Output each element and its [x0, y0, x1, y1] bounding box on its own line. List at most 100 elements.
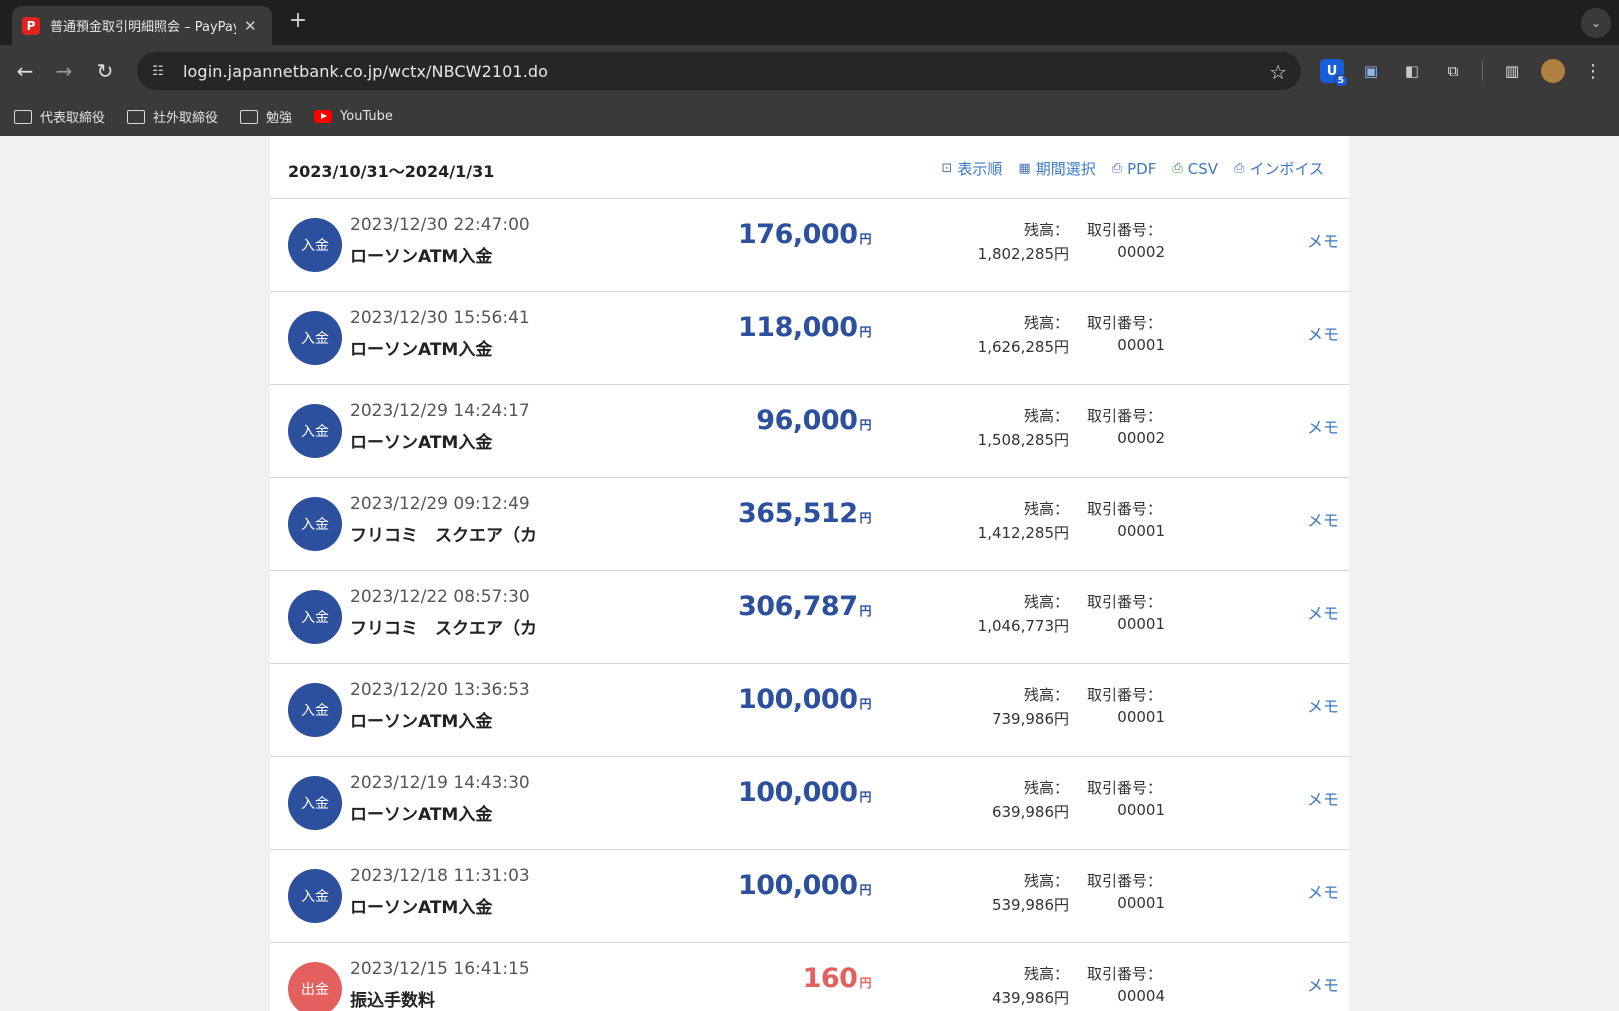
transaction-datetime: 2023/12/29 14:24:17	[350, 401, 530, 421]
transaction-number-label: 取引番号：	[1087, 779, 1163, 797]
new-tab-button[interactable]: +	[286, 10, 310, 34]
balance-value: 1,626,285円	[977, 338, 1069, 356]
yen-unit: 円	[859, 232, 871, 246]
header-actions: ⊡ 表示順 ▦ 期間選択 ⎙ PDF ⎙ CSV ⎙ インボイス	[925, 158, 1324, 179]
balance-value: 1,412,285円	[977, 524, 1069, 542]
balance-value: 639,986円	[991, 803, 1069, 821]
transaction-description: ローソンATM入金	[350, 712, 493, 732]
forward-button[interactable]: →	[51, 58, 77, 84]
memo-link[interactable]: メモ	[1307, 972, 1339, 996]
balance-label: 残高：	[1023, 407, 1069, 425]
tab-search-button[interactable]: ⌄	[1581, 8, 1611, 38]
memo-link[interactable]: メモ	[1307, 693, 1339, 717]
transaction-number-value: 00001	[1117, 708, 1165, 726]
transaction-row: 入金 2023/12/30 22:47:00 ローソンATM入金 176,000…	[270, 199, 1349, 292]
url-text[interactable]: login.japannetbank.co.jp/wctx/NBCW2101.d…	[183, 62, 548, 81]
transaction-number-value: 00002	[1117, 429, 1165, 447]
transaction-amount: 100,000 円	[738, 777, 871, 808]
sort-order-link[interactable]: ⊡ 表示順	[941, 158, 1002, 179]
transaction-row: 入金 2023/12/18 11:31:03 ローソンATM入金 100,000…	[270, 850, 1349, 943]
balance-value: 1,802,285円	[977, 245, 1069, 263]
memo-link[interactable]: メモ	[1307, 228, 1339, 252]
transaction-datetime: 2023/12/18 11:31:03	[350, 866, 530, 886]
transaction-amount: 118,000 円	[738, 312, 871, 343]
pdf-printer-icon: ⎙	[1111, 161, 1123, 176]
balance-label: 残高：	[1023, 779, 1069, 797]
yen-unit: 円	[859, 790, 871, 804]
transaction-number-label: 取引番号：	[1087, 314, 1163, 332]
transaction-amount: 100,000 円	[738, 870, 871, 901]
side-panel-icon[interactable]: ▥	[1500, 59, 1524, 83]
transaction-type-badge: 入金	[288, 590, 342, 644]
yen-unit: 円	[859, 697, 871, 711]
transaction-type-badge: 出金	[288, 962, 342, 1011]
memo-link[interactable]: メモ	[1307, 507, 1339, 531]
bitwarden-extension-icon[interactable]: U5	[1320, 59, 1348, 87]
csv-printer-icon: ⎙	[1172, 161, 1183, 176]
transaction-amount: 100,000 円	[738, 684, 871, 715]
transaction-datetime: 2023/12/30 22:47:00	[350, 215, 530, 235]
transaction-datetime: 2023/12/15 16:41:15	[350, 959, 530, 979]
transaction-number-value: 00001	[1117, 336, 1165, 354]
transaction-amount: 365,512 円	[738, 498, 871, 529]
transaction-description: ローソンATM入金	[350, 805, 493, 825]
pdf-link[interactable]: ⎙ PDF	[1112, 160, 1157, 178]
bookmark-star-icon[interactable]: ☆	[1269, 60, 1287, 84]
transaction-type-badge: 入金	[288, 404, 342, 458]
memo-link[interactable]: メモ	[1307, 414, 1339, 438]
transaction-number-value: 00001	[1117, 894, 1165, 912]
bookmark-folder[interactable]: 勉強	[240, 107, 292, 126]
balance-label: 残高：	[1023, 500, 1069, 518]
transaction-datetime: 2023/12/20 13:36:53	[350, 680, 530, 700]
address-bar[interactable]: ☷ login.japannetbank.co.jp/wctx/NBCW2101…	[137, 52, 1301, 90]
transaction-number-label: 取引番号：	[1087, 593, 1163, 611]
balance-label: 残高：	[1023, 221, 1069, 239]
balance-label: 残高：	[1023, 872, 1069, 890]
memo-link[interactable]: メモ	[1307, 786, 1339, 810]
menu-kebab-icon[interactable]: ⋮	[1581, 59, 1605, 83]
yen-unit: 円	[859, 976, 871, 990]
period-select-link[interactable]: ▦ 期間選択	[1018, 158, 1095, 179]
balance-label: 残高：	[1023, 686, 1069, 704]
bookmark-youtube[interactable]: YouTube	[314, 109, 393, 124]
transaction-amount: 306,787 円	[738, 591, 871, 622]
transaction-number-label: 取引番号：	[1087, 221, 1163, 239]
memo-link[interactable]: メモ	[1307, 321, 1339, 345]
tab-title: 普通預金取引明細照会 – PayPay銀行	[50, 20, 236, 35]
extension-icon[interactable]: ▣	[1359, 59, 1383, 83]
transaction-number-label: 取引番号：	[1087, 872, 1163, 890]
statement-panel: 2023/10/31〜2024/1/31 ⊡ 表示順 ▦ 期間選択 ⎙ PDF ⎙ CS…	[270, 136, 1349, 1011]
transaction-datetime: 2023/12/22 08:57:30	[350, 587, 530, 607]
transaction-amount: 96,000 円	[756, 405, 871, 436]
profile-avatar[interactable]	[1541, 59, 1565, 83]
transaction-number-value: 00001	[1117, 615, 1165, 633]
transaction-datetime: 2023/12/19 14:43:30	[350, 773, 530, 793]
balance-label: 残高：	[1023, 593, 1069, 611]
transaction-datetime: 2023/12/29 09:12:49	[350, 494, 530, 514]
transaction-type-badge: 入金	[288, 218, 342, 272]
transaction-number-value: 00001	[1117, 801, 1165, 819]
period-range: 2023/10/31〜2024/1/31	[288, 162, 495, 181]
reload-button[interactable]: ↻	[92, 58, 118, 84]
close-tab-icon[interactable]: ✕	[244, 17, 257, 35]
csv-link[interactable]: ⎙ CSV	[1172, 160, 1218, 178]
browser-toolbar: ← → ↻ ☷ login.japannetbank.co.jp/wctx/NB…	[0, 45, 1619, 97]
bookmark-folder[interactable]: 社外取締役	[127, 107, 218, 126]
extension-icon[interactable]: ◧	[1400, 59, 1424, 83]
transaction-row: 入金 2023/12/29 14:24:17 ローソンATM入金 96,000 円…	[270, 385, 1349, 478]
balance-label: 残高：	[1023, 314, 1069, 332]
transaction-amount: 176,000 円	[738, 219, 871, 250]
memo-link[interactable]: メモ	[1307, 879, 1339, 903]
back-button[interactable]: ←	[12, 58, 38, 84]
extensions-puzzle-icon[interactable]: ⧉	[1441, 59, 1465, 83]
extension-badge: 5	[1333, 75, 1348, 87]
bookmark-folder[interactable]: 代表取締役	[14, 107, 105, 126]
site-info-icon[interactable]: ☷	[147, 60, 169, 82]
folder-icon	[240, 109, 259, 124]
transaction-type-badge: 入金	[288, 497, 342, 551]
transaction-description: フリコミ スクエア（カ	[350, 526, 537, 546]
invoice-link[interactable]: ⎙ インボイス	[1234, 158, 1324, 179]
transaction-row: 入金 2023/12/20 13:36:53 ローソンATM入金 100,000…	[270, 664, 1349, 757]
browser-tab[interactable]: P 普通預金取引明細照会 – PayPay銀行 ✕	[12, 6, 272, 45]
memo-link[interactable]: メモ	[1307, 600, 1339, 624]
